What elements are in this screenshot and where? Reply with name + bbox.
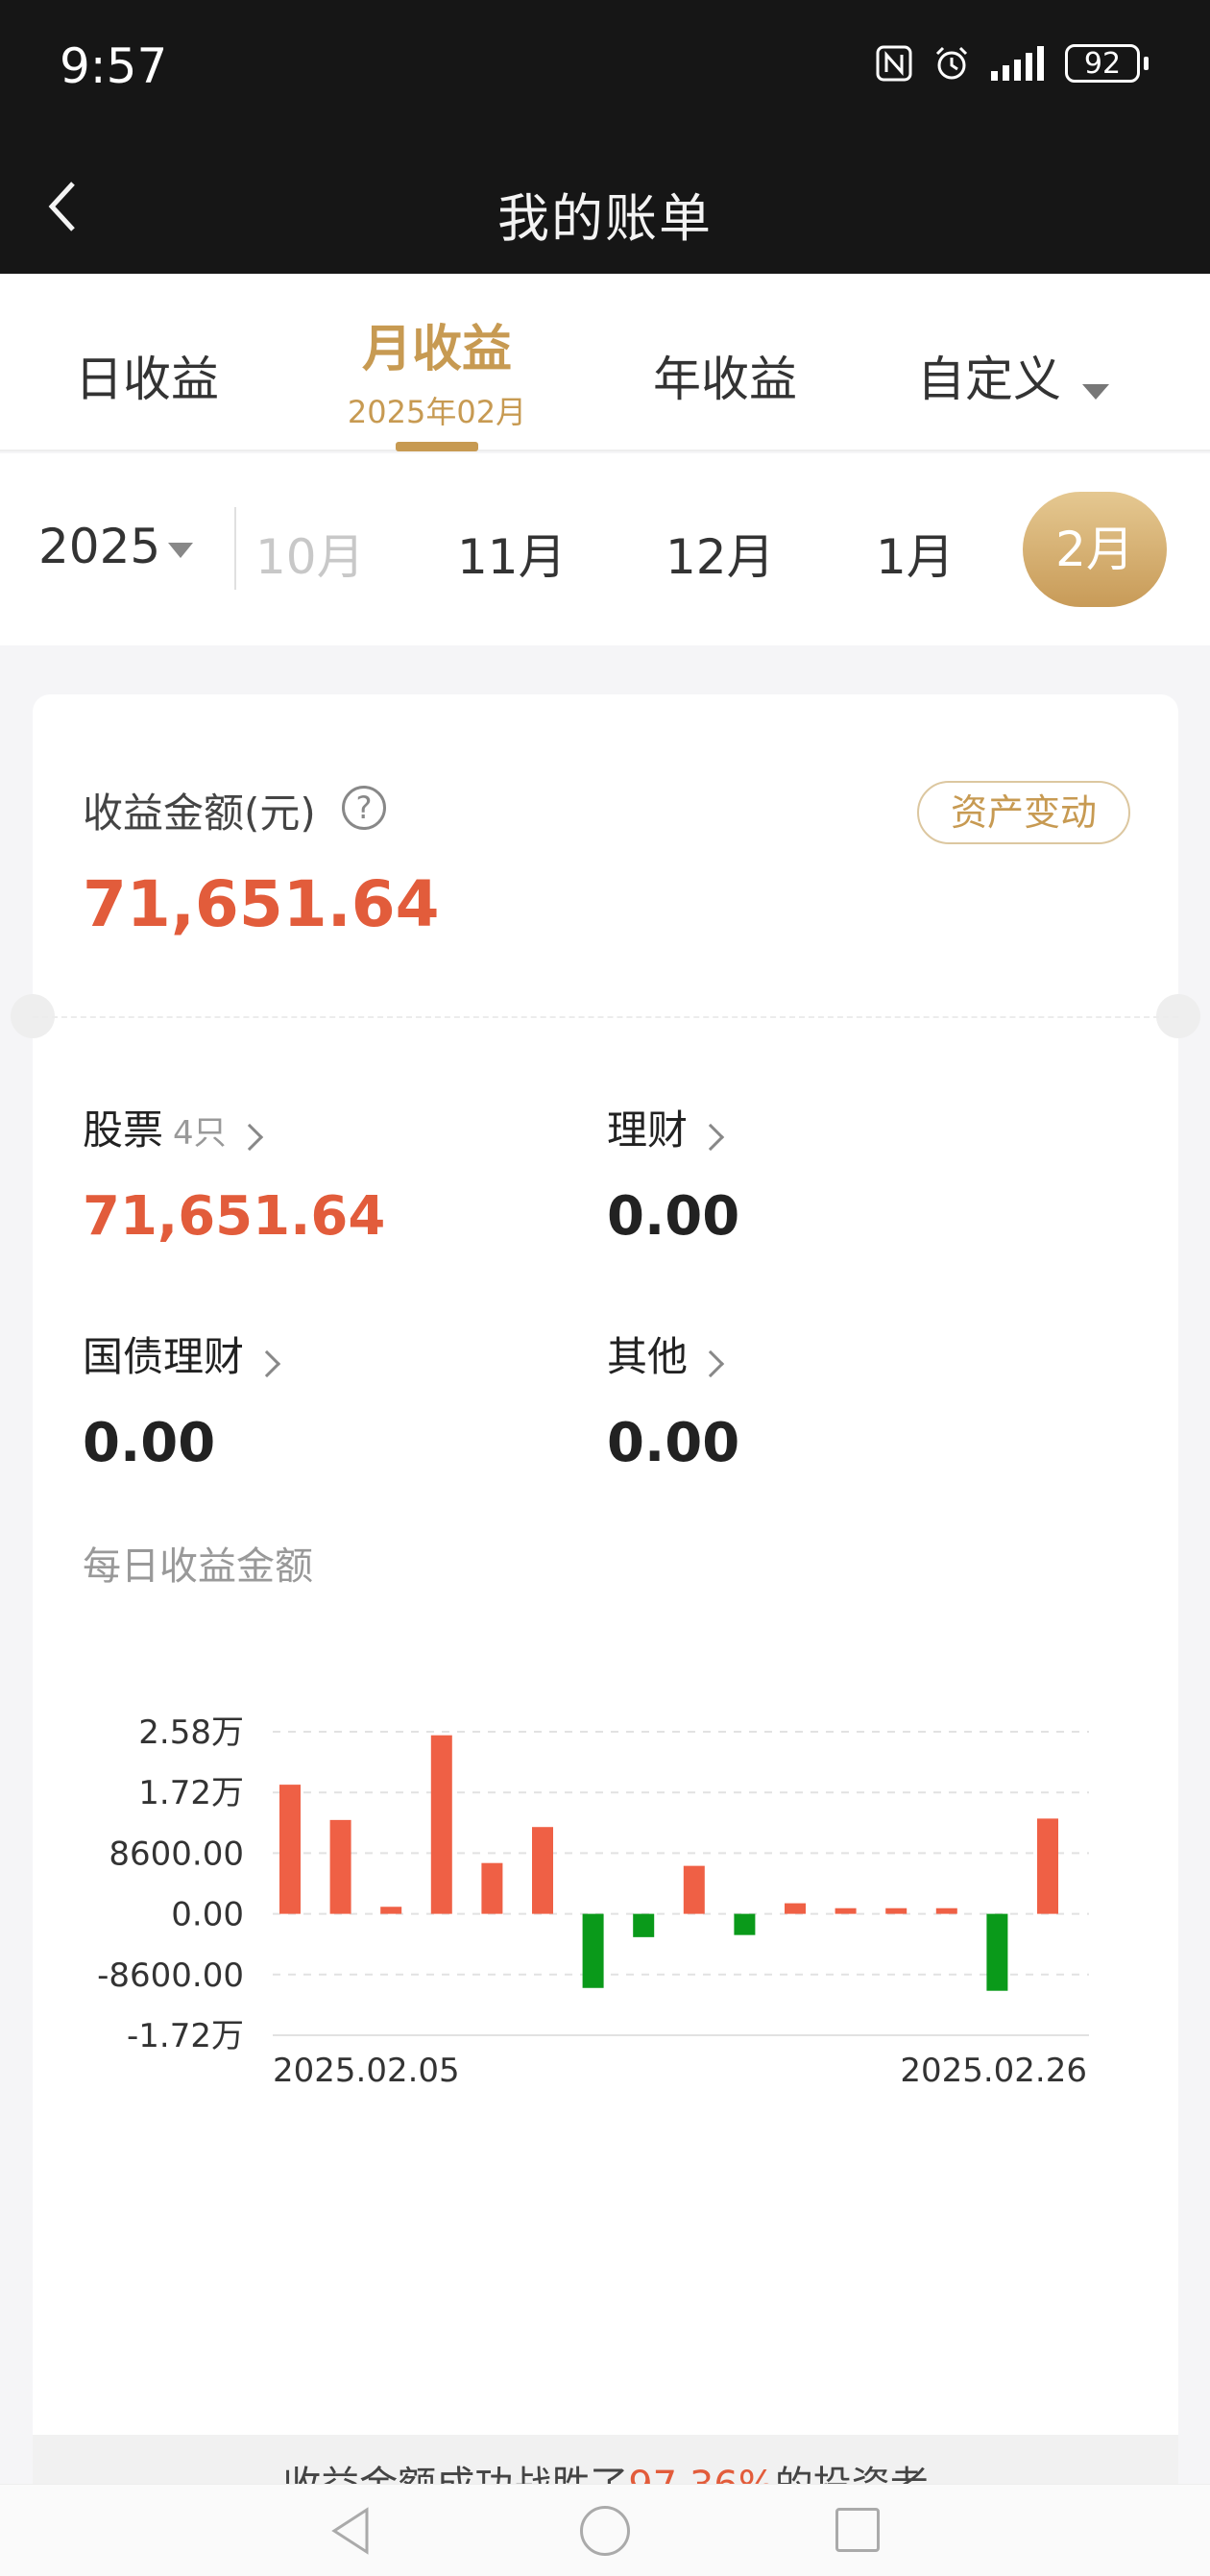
chart-bar xyxy=(683,1865,705,1914)
system-recents-icon[interactable] xyxy=(835,2508,880,2552)
category-stock[interactable]: 股票 4只 71,651.64 xyxy=(83,1098,385,1248)
chart-bar xyxy=(734,1913,756,1935)
system-nav-bar xyxy=(0,2484,1210,2576)
nav-bar: 我的账单 xyxy=(0,139,1210,274)
month-item-oct[interactable]: 10月 xyxy=(255,519,365,588)
chart-bar xyxy=(986,1913,1008,1991)
battery-level: 92 xyxy=(1083,46,1122,81)
category-bond-value: 0.00 xyxy=(83,1412,216,1474)
active-tab-indicator xyxy=(396,442,478,451)
category-stock-value: 71,651.64 xyxy=(83,1185,386,1248)
tab-monthly-label: 月收益 xyxy=(361,321,512,378)
month-item-feb-selected[interactable]: 2月 xyxy=(1023,492,1167,607)
category-stock-count: 4只 xyxy=(173,1114,227,1153)
month-item-nov[interactable]: 11月 xyxy=(457,519,567,588)
divider xyxy=(234,507,236,590)
chart-bar xyxy=(481,1862,503,1914)
y-tick-label: 2.58万 xyxy=(138,1713,244,1752)
chevron-right-icon xyxy=(235,1123,263,1151)
category-bond[interactable]: 国债理财 0.00 xyxy=(83,1324,281,1474)
category-wealth-label: 理财 xyxy=(607,1106,689,1154)
chart-bar xyxy=(380,1907,402,1914)
tab-daily-earnings[interactable]: 日收益 xyxy=(75,274,219,451)
chart-bar xyxy=(785,1903,806,1914)
alarm-icon xyxy=(935,46,968,80)
chart-bar xyxy=(329,1819,351,1914)
tab-monthly-period: 2025年02月 xyxy=(347,394,527,430)
chart-bar xyxy=(430,1735,452,1914)
page-title: 我的账单 xyxy=(497,188,713,249)
summary-label: 收益金额(元) xyxy=(83,790,316,837)
chart-bar xyxy=(885,1908,908,1914)
category-wealth[interactable]: 理财 0.00 xyxy=(607,1098,739,1248)
chart-bar xyxy=(279,1785,301,1914)
chart-title: 每日收益金额 xyxy=(83,1544,313,1589)
card-divider xyxy=(33,1016,1178,1018)
y-tick-label: 0.00 xyxy=(171,1896,244,1934)
y-tick-label: -1.72万 xyxy=(127,2017,244,2055)
category-other-label: 其他 xyxy=(607,1333,689,1380)
tab-yearly-label: 年收益 xyxy=(653,352,797,407)
chevron-right-icon xyxy=(696,1123,725,1151)
caret-down-icon xyxy=(1082,383,1109,400)
x-end-label: 2025.02.26 xyxy=(900,2052,1087,2090)
period-tabs: 日收益 月收益 2025年02月 年收益 自定义 xyxy=(0,274,1210,451)
caret-down-icon xyxy=(168,542,194,558)
tab-custom-range[interactable]: 自定义 xyxy=(917,274,1109,451)
asset-change-button[interactable]: 资产变动 xyxy=(917,781,1130,844)
category-other[interactable]: 其他 0.00 xyxy=(607,1324,739,1474)
category-stock-label: 股票 xyxy=(83,1106,164,1154)
summary-amount: 71,651.64 xyxy=(83,867,440,941)
system-back-icon[interactable] xyxy=(327,2504,375,2558)
help-icon[interactable]: ? xyxy=(342,786,386,830)
chart-bar xyxy=(633,1913,655,1937)
daily-earnings-chart: 2.58万 1.72万 8600.00 0.00 -8600.00 -1.72万 2025.… xyxy=(97,1713,1089,2090)
chart-bar xyxy=(582,1913,604,1988)
month-item-dec[interactable]: 12月 xyxy=(666,519,775,588)
status-icons: 92 xyxy=(876,44,1149,83)
y-tick-label: -8600.00 xyxy=(97,1956,244,1995)
category-bond-label: 国债理财 xyxy=(83,1333,245,1380)
x-start-label: 2025.02.05 xyxy=(273,2052,460,2090)
y-tick-label: 8600.00 xyxy=(109,1835,244,1873)
chart-bar xyxy=(1037,1818,1058,1914)
y-tick-label: 1.72万 xyxy=(138,1774,244,1812)
system-home-icon[interactable] xyxy=(580,2506,630,2556)
status-time: 9:57 xyxy=(60,38,168,94)
chevron-right-icon xyxy=(253,1349,281,1377)
chart-bar xyxy=(532,1827,553,1914)
year-dropdown[interactable]: 2025 xyxy=(38,519,194,574)
category-other-value: 0.00 xyxy=(607,1412,740,1474)
month-item-jan[interactable]: 1月 xyxy=(876,519,955,588)
chart-bar xyxy=(835,1908,857,1914)
nfc-icon xyxy=(876,45,912,82)
month-selector: 2025 10月 11月 12月 1月 2月 xyxy=(0,453,1210,645)
tab-daily-label: 日收益 xyxy=(75,352,219,407)
battery-icon: 92 xyxy=(1065,44,1149,83)
category-wealth-value: 0.00 xyxy=(607,1185,740,1248)
signal-icon xyxy=(991,46,1044,81)
chart-bar xyxy=(935,1908,957,1914)
chevron-right-icon xyxy=(696,1349,725,1377)
earnings-card: 收益金额(元) ? 资产变动 71,651.64 股票 4只 71,651.64 … xyxy=(11,694,1200,2519)
year-dropdown-value: 2025 xyxy=(38,519,161,574)
tab-yearly-earnings[interactable]: 年收益 xyxy=(653,274,797,451)
tab-custom-label: 自定义 xyxy=(917,352,1061,407)
status-bar: 9:57 92 xyxy=(0,0,1210,139)
tab-monthly-earnings[interactable]: 月收益 2025年02月 xyxy=(331,274,543,451)
